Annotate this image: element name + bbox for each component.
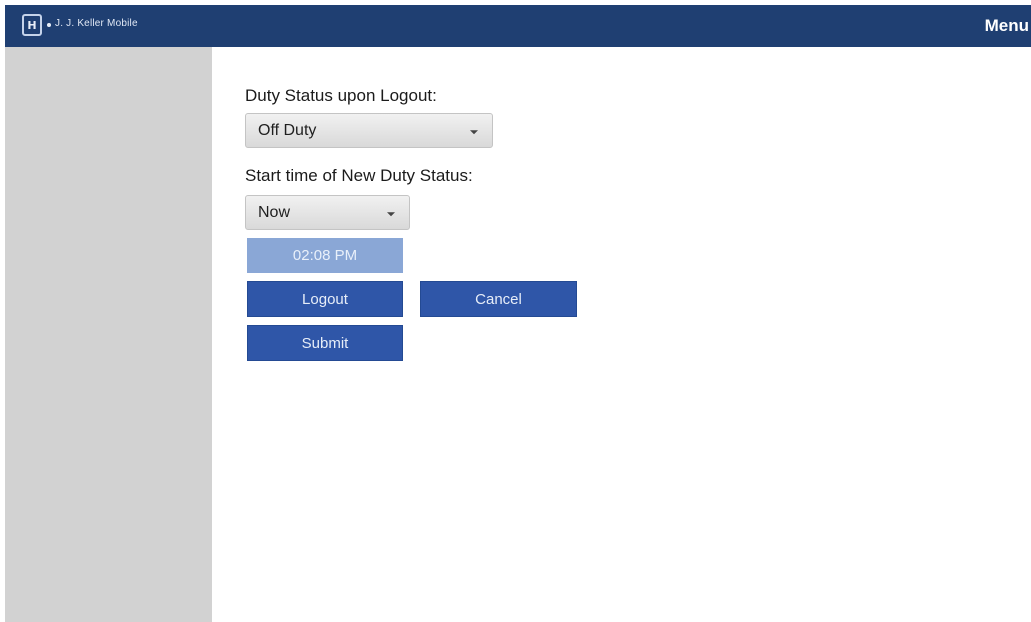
submit-button[interactable]: Submit	[247, 325, 403, 361]
cancel-button[interactable]: Cancel	[420, 281, 577, 317]
app-title: J. J. Keller Mobile	[55, 18, 138, 29]
time-field[interactable]: 02:08 PM	[247, 238, 403, 273]
logo-glyph: H	[27, 18, 37, 32]
start-time-select[interactable]: Now	[245, 195, 410, 230]
sidebar	[5, 47, 212, 622]
duty-status-value: Off Duty	[258, 121, 317, 139]
start-time-label: Start time of New Duty Status:	[245, 166, 473, 185]
app-header: H J. J. Keller Mobile Menu	[5, 5, 1031, 47]
app-window: H J. J. Keller Mobile Menu Duty Status u…	[0, 0, 1031, 622]
menu-button[interactable]: Menu	[985, 16, 1031, 36]
jj-keller-logo-icon: H	[22, 14, 42, 36]
start-time-value: Now	[258, 203, 291, 221]
duty-status-label: Duty Status upon Logout:	[245, 86, 437, 105]
chevron-down-icon	[387, 211, 395, 216]
duty-status-select[interactable]: Off Duty	[245, 113, 493, 148]
logo-dot-icon	[47, 23, 51, 27]
chevron-down-icon	[470, 129, 478, 134]
logout-button[interactable]: Logout	[247, 281, 403, 317]
